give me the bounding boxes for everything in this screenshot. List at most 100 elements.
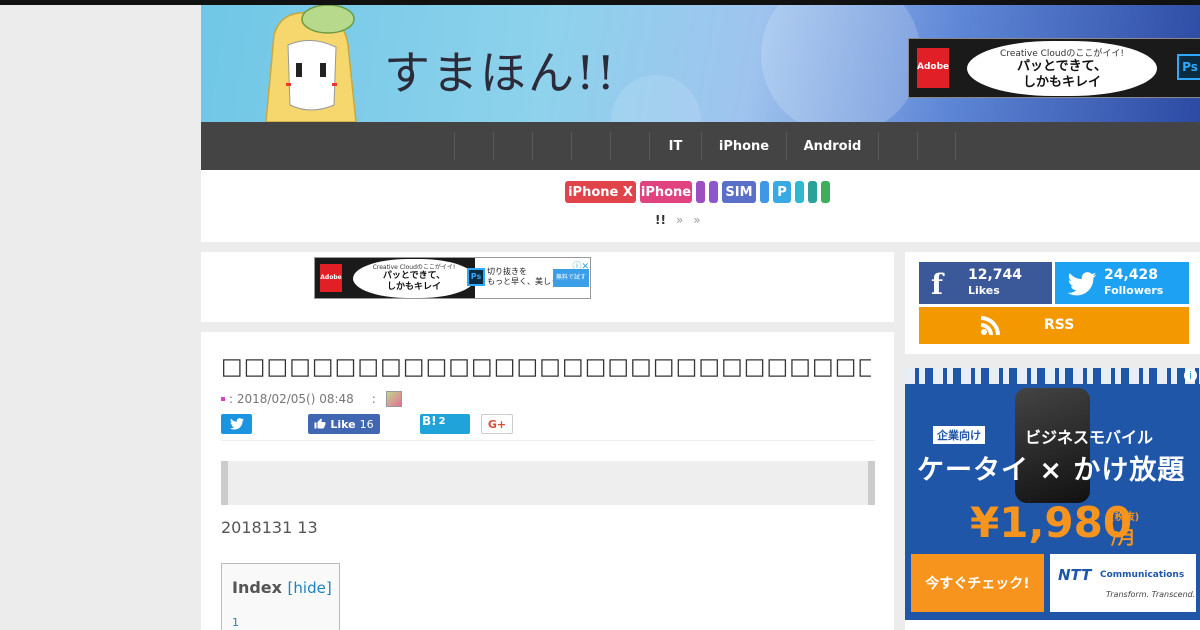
ad-cloud-line1: パッとできて、 <box>382 271 446 281</box>
ad-check-now-button[interactable]: 今すぐチェック! <box>911 554 1044 612</box>
adobe-logo-icon: Adobe <box>320 264 342 292</box>
nav-item[interactable]: iPhone <box>701 132 786 160</box>
content-ad-box: Adobe Creative Cloudのここがイイ! パッとできて、 しかもキ… <box>201 252 894 322</box>
ad-cloud-small: Creative Cloudのここがイイ! <box>372 264 456 271</box>
nav-item[interactable] <box>610 132 649 160</box>
nav-item[interactable] <box>493 132 532 160</box>
nav-item[interactable] <box>917 132 956 160</box>
article-body-text: 2018131 13 <box>221 518 318 537</box>
date-icon <box>221 397 225 401</box>
content-ad-banner[interactable]: Adobe Creative Cloudのここがイイ! パッとできて、 しかもキ… <box>314 257 591 299</box>
facebook-likes-count: 12,744 <box>968 267 1023 283</box>
divider <box>221 440 875 441</box>
ad-right-line1: 切り抜きを <box>487 267 527 276</box>
twitter-share-button[interactable] <box>221 414 252 434</box>
header-bubble <box>611 75 701 122</box>
author-separator: : <box>371 392 376 406</box>
breadcrumb-separator: » <box>693 213 701 227</box>
header-ad-banner[interactable]: Adobe Creative Cloudのここがイイ! パッとできて、 しかもキ… <box>908 38 1200 98</box>
rss-label: RSS <box>1044 317 1075 333</box>
ad-cloud-line1: パッとできて、 <box>1017 59 1107 74</box>
nav-item[interactable] <box>878 132 917 160</box>
nav-item[interactable]: IT <box>649 132 701 160</box>
ad-sub-heading: ビジネスモバイル <box>1025 428 1154 447</box>
ad-per-month: /月 <box>1111 528 1136 549</box>
tag-chip[interactable]: iPhone <box>640 181 692 203</box>
ad-close-icon[interactable]: ⓘ✕ <box>572 259 589 272</box>
article-date: : 2018/02/05() 08:48 <box>229 392 354 406</box>
ad-info-icon[interactable]: i <box>1184 369 1197 382</box>
tag-area: iPhone XiPhone SIM P !! » » <box>201 170 1200 242</box>
twitter-followers-count: 24,428 <box>1104 267 1159 283</box>
summary-box <box>221 461 875 505</box>
photoshop-icon: Ps <box>467 268 485 286</box>
mascot-image <box>265 5 357 122</box>
ad-right-line2: もっと早く、美しく <box>487 277 559 286</box>
like-count: 16 <box>359 417 374 431</box>
ad-right-panel: 切り抜きを もっと早く、美しく 無料で試す > ⓘ✕ <box>475 258 590 298</box>
twitter-follow-button[interactable]: 24,428 Followers <box>1055 262 1189 304</box>
tag-chip[interactable] <box>795 181 804 203</box>
ntt-logo-text: Communications <box>1100 570 1185 580</box>
hatena-icon: B! <box>422 414 437 428</box>
twitter-followers-label: Followers <box>1104 284 1164 297</box>
tag-chip[interactable] <box>808 181 817 203</box>
twitter-bird-icon <box>1067 272 1097 296</box>
tag-chip[interactable] <box>696 181 705 203</box>
tag-chip[interactable]: iPhone X <box>565 181 636 203</box>
ad-sub-badge: 企業向け <box>933 426 985 444</box>
article: □□□□□□□□□□□□□□□□□□□□□□□□□□□□□□□□□□□□□□□□… <box>201 332 894 630</box>
facebook-likes-label: Likes <box>968 284 1000 297</box>
nav-item[interactable] <box>454 132 493 160</box>
main-nav: IT iPhone Android <box>201 122 1200 170</box>
toc-heading: Index [hide] <box>232 578 332 597</box>
breadcrumb: !! » » <box>655 213 701 227</box>
like-label: Like <box>330 417 356 431</box>
article-title: □□□□□□□□□□□□□□□□□□□□□□□□□□□□□□□□□□□□□□□□… <box>221 354 871 380</box>
nav-items: IT iPhone Android <box>454 132 956 160</box>
site-logo[interactable]: すまほん!! <box>384 37 617 103</box>
toc-title: Index <box>232 578 282 597</box>
breadcrumb-separator: » <box>675 213 684 227</box>
ad-speech-bubble: Creative Cloudのここがイイ! パッとできて、 しかもキレイ <box>967 41 1157 96</box>
sidebar-ad-banner[interactable]: 企業向け ビジネスモバイル ケータイ × かけ放題 ¥1,980 (税抜) /月… <box>905 368 1200 620</box>
breadcrumb-home[interactable]: !! <box>655 213 666 227</box>
author-avatar[interactable] <box>385 391 402 407</box>
twitter-bird-icon <box>229 418 244 430</box>
toc-hide-link[interactable]: [hide] <box>288 579 332 597</box>
header-bubble <box>761 5 921 122</box>
hatena-count: 2 <box>438 416 446 427</box>
toc-item[interactable]: 1 <box>232 616 239 629</box>
facebook-like-button[interactable]: Like 16 <box>308 414 380 434</box>
skyline-graphic <box>905 368 1200 384</box>
thumbs-up-icon <box>314 418 326 429</box>
facebook-follow-button[interactable]: f 12,744 Likes <box>919 262 1052 304</box>
nav-item[interactable] <box>571 132 610 160</box>
nav-item[interactable] <box>532 132 571 160</box>
tag-chip[interactable]: P <box>773 181 791 203</box>
ntt-logo: NTT Communications Transform. Transcend. <box>1050 554 1196 612</box>
ad-tax-note: (税抜) <box>1110 512 1140 523</box>
social-box: f 12,744 Likes 24,428 Followers RSS <box>905 252 1200 354</box>
ad-cloud-small: Creative Cloudのここがイイ! <box>1000 49 1124 59</box>
article-meta: : 2018/02/05() 08:48 : <box>221 391 402 407</box>
tag-chip[interactable] <box>709 181 718 203</box>
facebook-icon: f <box>931 268 944 301</box>
nav-item[interactable]: Android <box>786 132 878 160</box>
rss-button[interactable]: RSS <box>919 307 1189 344</box>
ad-price: ¥1,980 <box>970 498 1133 547</box>
ad-right-text: 切り抜きを もっと早く、美しく <box>487 267 559 287</box>
ntt-logo-mark: NTT <box>1058 566 1092 584</box>
tag-chip[interactable] <box>821 181 830 203</box>
photoshop-icon: Ps <box>1177 54 1200 80</box>
table-of-contents: Index [hide] 1 <box>221 563 340 630</box>
tag-chip[interactable]: SIM <box>722 181 756 203</box>
tag-chip[interactable] <box>760 181 769 203</box>
ad-speech-bubble: Creative Cloudのここがイイ! パッとできて、 しかもキレイ <box>353 259 475 298</box>
tag-list: iPhone XiPhone SIM P <box>565 181 834 203</box>
share-buttons: Like 16 B! 2 G+ <box>221 414 513 434</box>
hatena-bookmark-button[interactable]: B! 2 <box>420 414 470 434</box>
google-plus-button[interactable]: G+ <box>481 414 513 434</box>
ad-cloud-line2: しかもキレイ <box>386 282 441 292</box>
ntt-tagline: Transform. Transcend. <box>1106 590 1196 599</box>
